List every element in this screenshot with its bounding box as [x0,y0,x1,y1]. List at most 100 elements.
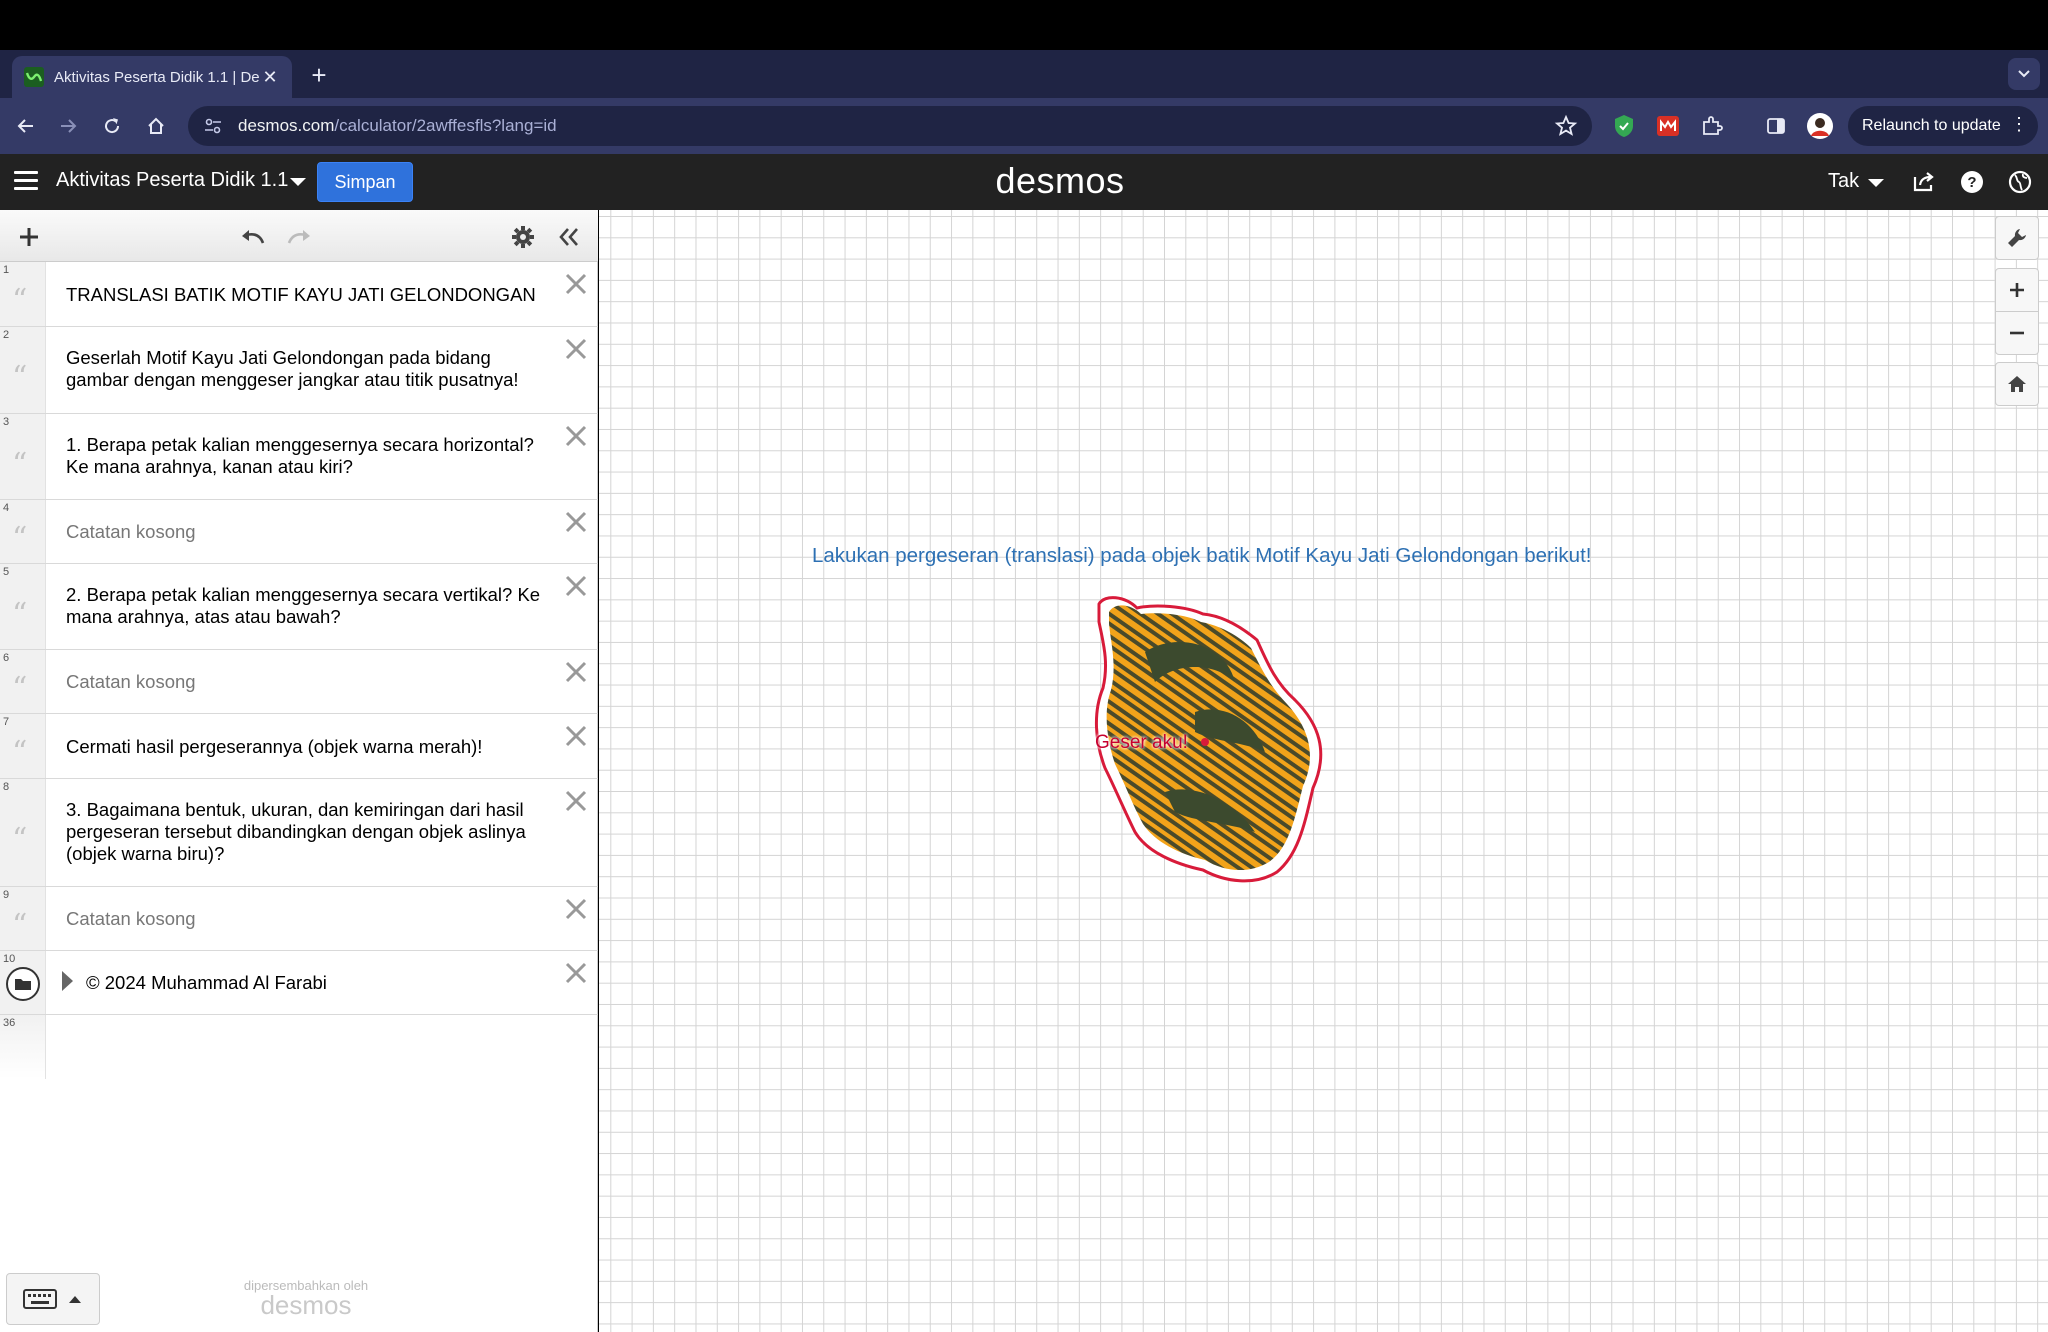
profile-avatar[interactable] [1806,112,1834,140]
graph-settings-button[interactable] [1995,216,2039,260]
note-text[interactable]: Geserlah Motif Kayu Jati Gelondongan pad… [66,347,548,391]
undo-icon [242,230,265,244]
shield-extension-icon[interactable] [1610,112,1638,140]
desmos-header: Aktivitas Peserta Didik 1.1 Simpan desmo… [0,154,2048,210]
add-item-button[interactable] [14,222,44,252]
expression-row[interactable]: 3 “ 1. Berapa petak kalian menggesernya … [0,414,598,500]
tab-search-button[interactable] [2008,58,2040,90]
powered-by[interactable]: dipersembahkan oleh desmos [196,1278,416,1320]
globe-icon[interactable] [2006,168,2034,196]
row-number: 9 [3,889,10,901]
save-button[interactable]: Simpan [317,162,413,202]
home-button[interactable] [140,110,172,142]
red-extension-icon[interactable] [1654,112,1682,140]
row-number: 8 [3,781,10,793]
new-tab-button[interactable]: + [304,60,334,90]
default-viewport-button[interactable] [1995,362,2039,406]
drag-point-label[interactable]: Geser aku! [1095,732,1188,754]
bookmark-star-icon[interactable] [1554,114,1578,138]
empty-note-text[interactable]: Catatan kosong [66,671,548,693]
expression-row[interactable]: 6 “ Catatan kosong [0,650,598,714]
zoom-in-button[interactable] [1995,268,2039,312]
row-number: 3 [3,416,10,428]
redo-icon [287,230,310,244]
delete-x-icon[interactable] [562,787,590,815]
delete-x-icon[interactable] [562,722,590,750]
empty-note-text[interactable]: Catatan kosong [66,521,548,543]
empty-note-text[interactable]: Catatan kosong [66,908,548,930]
expression-row[interactable]: 4 “ Catatan kosong [0,500,598,564]
note-text[interactable]: 3. Bagaimana bentuk, ukuran, dan kemirin… [66,799,548,865]
folder-row[interactable]: 10 © 2024 Muhammad Al Farabi [0,951,598,1015]
language-label[interactable]: Tak [1828,170,1859,193]
note-quote-icon: “ [12,360,28,395]
more-vert-icon[interactable]: ⋮ [2010,114,2028,135]
expression-panel: 1 “ TRANSLASI BATIK MOTIF KAYU JATI GELO… [0,210,598,1332]
forward-button[interactable] [52,110,84,142]
close-tab-icon[interactable]: ✕ [260,67,280,88]
delete-x-icon[interactable] [562,895,590,923]
home-icon [148,117,164,134]
expression-row[interactable]: 2 “ Geserlah Motif Kayu Jati Gelondongan… [0,327,598,414]
note-text[interactable]: TRANSLASI BATIK MOTIF KAYU JATI GELONDON… [66,284,548,306]
reload-icon [105,118,120,134]
row-number: 2 [3,329,10,341]
desmos-favicon-icon [24,67,44,87]
note-text[interactable]: 1. Berapa petak kalian menggesernya seca… [66,434,548,478]
arrow-right-icon [61,119,77,133]
expression-list: 1 “ TRANSLASI BATIK MOTIF KAYU JATI GELO… [0,262,598,1079]
delete-x-icon[interactable] [562,959,590,987]
row-number: 36 [3,1017,16,1029]
menu-hamburger-icon[interactable] [14,171,38,191]
note-text[interactable]: Cermati hasil pergeserannya (objek warna… [66,736,548,758]
folder-icon[interactable] [6,967,40,1001]
expression-row[interactable]: 5 “ 2. Berapa petak kalian menggesernya … [0,564,598,650]
new-expression-row[interactable]: 36 [0,1015,598,1079]
delete-x-icon[interactable] [562,508,590,536]
site-settings-icon[interactable] [202,115,224,137]
redo-button[interactable] [284,222,314,252]
row-number: 5 [3,566,10,578]
extensions-puzzle-icon[interactable] [1698,112,1726,140]
back-button[interactable] [10,110,42,142]
row-number: 4 [3,502,10,514]
expression-row[interactable]: 1 “ TRANSLASI BATIK MOTIF KAYU JATI GELO… [0,262,598,327]
collapse-panel-button[interactable] [554,222,584,252]
relaunch-button[interactable]: Relaunch to update ⋮ [1848,106,2038,146]
row-number: 1 [3,264,10,276]
graph-title[interactable]: Aktivitas Peserta Didik 1.1 [56,169,288,192]
note-quote-icon: “ [12,597,28,632]
delete-x-icon[interactable] [562,572,590,600]
keypad-toggle-button[interactable] [6,1273,100,1325]
delete-x-icon[interactable] [562,658,590,686]
chevron-down-icon [2018,70,2030,78]
reload-button[interactable] [96,110,128,142]
language-caret-icon[interactable] [1868,179,1884,187]
expression-row[interactable]: 8 “ 3. Bagaimana bentuk, ukuran, dan kem… [0,779,598,887]
share-icon[interactable] [1910,168,1938,196]
delete-x-icon[interactable] [562,422,590,450]
expression-row[interactable]: 9 “ Catatan kosong [0,887,598,951]
note-text[interactable]: 2. Berapa petak kalian menggesernya seca… [66,584,548,628]
note-quote-icon: “ [12,671,28,706]
folder-title[interactable]: © 2024 Muhammad Al Farabi [86,972,548,994]
caret-up-icon [69,1296,81,1303]
zoom-out-button[interactable] [1995,311,2039,355]
settings-gear-icon[interactable] [508,222,538,252]
graph-paper[interactable]: Lakukan pergeseran (translasi) pada obje… [599,210,2048,1332]
side-panel-icon[interactable] [1762,112,1790,140]
plus-icon [2010,283,2024,297]
undo-button[interactable] [238,222,268,252]
svg-text:?: ? [1967,174,1976,191]
delete-x-icon[interactable] [562,270,590,298]
title-caret-icon[interactable] [290,178,306,186]
powered-by-logo: desmos [260,1290,352,1320]
expression-row[interactable]: 7 “ Cermati hasil pergeserannya (objek w… [0,714,598,779]
browser-tab-active[interactable]: Aktivitas Peserta Didik 1.1 | Desmos ✕ [12,56,292,98]
address-bar[interactable]: desmos.com/calculator/2awffesfls?lang=id [188,106,1592,146]
expand-folder-icon[interactable] [62,971,73,991]
note-quote-icon: “ [12,908,28,943]
keyboard-icon [23,1289,57,1309]
help-icon[interactable]: ? [1958,168,1986,196]
delete-x-icon[interactable] [562,335,590,363]
